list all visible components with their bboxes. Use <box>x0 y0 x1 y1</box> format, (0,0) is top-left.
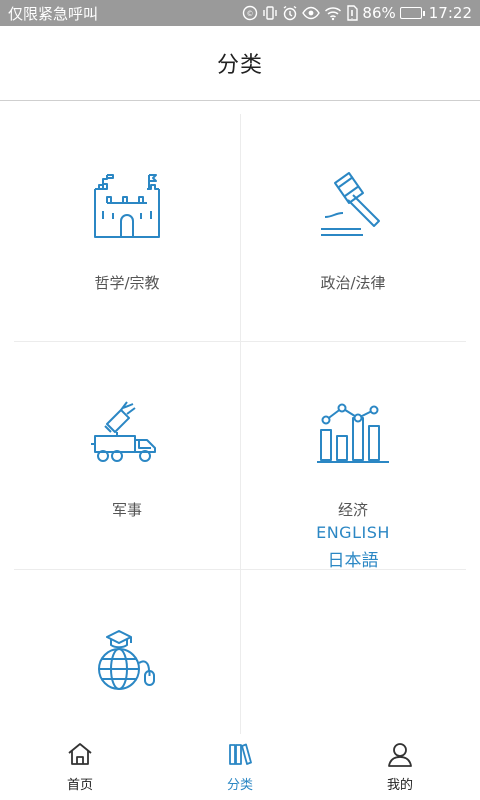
battery-icon <box>399 7 425 19</box>
category-label: 经济 <box>337 501 368 519</box>
category-politics-law[interactable]: 政治/法律 <box>240 114 466 341</box>
top-bar: 分类 <box>0 26 480 101</box>
tab-label: 分类 <box>226 778 253 793</box>
vibrate-icon <box>262 5 278 21</box>
svg-text:©: © <box>247 10 254 18</box>
category-philosophy-religion[interactable]: 哲学/宗教 <box>14 114 240 341</box>
category-label: 政治/法律 <box>320 274 386 292</box>
clock-time: 17:22 <box>428 4 472 22</box>
castle-icon <box>94 174 160 238</box>
category-grid: 哲学/宗教 政治/法律 军事 经济 <box>14 114 466 734</box>
home-icon <box>68 743 92 765</box>
carrier-text: 仅限紧急呼叫 <box>8 4 99 23</box>
wifi-icon <box>324 5 342 21</box>
battery-percent: 86% <box>362 4 396 22</box>
status-bar: 仅限紧急呼叫 © 86% 17:22 <box>0 0 480 26</box>
bottom-tab-bar: 首页 分类 我的 <box>0 734 480 800</box>
missile-truck-icon <box>91 401 156 462</box>
category-label: 哲学/宗教 <box>94 274 160 292</box>
globe-graduation-icon <box>98 630 155 690</box>
user-icon <box>388 743 412 767</box>
tab-label: 我的 <box>386 778 413 793</box>
tab-profile[interactable]: 我的 <box>320 734 480 800</box>
language-label-english: ENGLISH <box>316 523 390 542</box>
tab-home[interactable]: 首页 <box>0 734 160 800</box>
status-icons: © 86% 17:22 <box>242 4 472 22</box>
tab-category[interactable]: 分类 <box>160 734 320 800</box>
category-label: 军事 <box>111 501 142 519</box>
eye-icon <box>302 5 321 21</box>
sim-icon <box>346 5 359 21</box>
page-title: 分类 <box>216 53 263 78</box>
hd-call-icon: © <box>242 5 258 21</box>
category-military[interactable]: 军事 <box>14 341 240 568</box>
gavel-icon <box>321 172 380 236</box>
tab-label: 首页 <box>66 778 93 793</box>
alarm-icon <box>282 5 298 21</box>
books-icon <box>229 743 252 765</box>
bar-chart-icon <box>317 403 389 463</box>
language-label-japanese: 日本語 <box>327 551 379 571</box>
